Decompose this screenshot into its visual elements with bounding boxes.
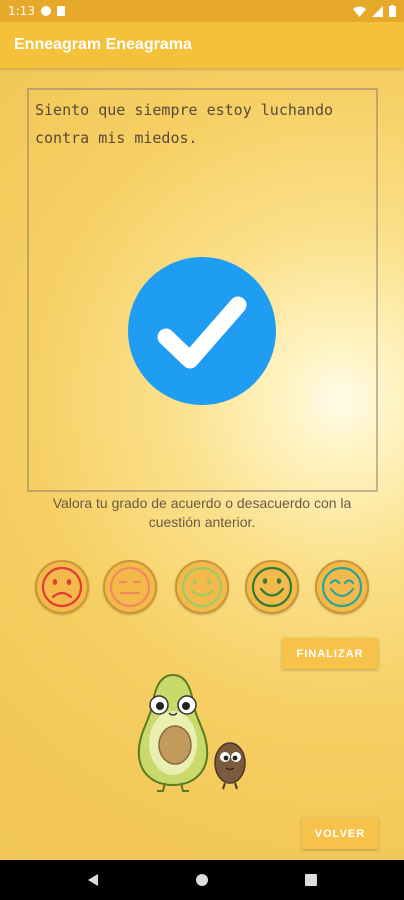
- question-card: Siento que siempre estoy luchando contra…: [27, 88, 378, 492]
- rating-row: [0, 560, 404, 616]
- signal-icon: [372, 5, 383, 17]
- status-bar: 1:13: [0, 0, 404, 22]
- slight-smile-face-icon: [181, 566, 223, 608]
- app-title: Enneagram Eneagrama: [14, 36, 192, 53]
- rating-prompt: Valora tu grado de acuerdo o desacuerdo …: [52, 495, 352, 530]
- notification-icon: [40, 6, 51, 16]
- rating-strongly-agree-button[interactable]: [315, 560, 369, 614]
- finish-button[interactable]: FINALIZAR: [282, 638, 378, 669]
- status-time: 1:13: [8, 4, 35, 18]
- back-button[interactable]: VOLVER: [302, 818, 378, 849]
- home-circle-icon[interactable]: [195, 873, 209, 887]
- status-bar-right: [353, 5, 396, 17]
- sd-card-icon: [56, 6, 65, 16]
- rating-agree-button[interactable]: [245, 560, 299, 614]
- question-text: Siento que siempre estoy luchando contra…: [35, 101, 334, 147]
- system-navigation-bar: [0, 860, 404, 900]
- sad-face-icon: [41, 566, 83, 608]
- checkmark-icon: [157, 296, 247, 369]
- neutral-face-icon: [109, 566, 151, 608]
- status-bar-left: 1:13: [8, 4, 65, 18]
- checkmark-circle-icon: [128, 257, 276, 405]
- rating-neutral-button[interactable]: [175, 560, 229, 614]
- smile-face-icon: [251, 566, 293, 608]
- back-triangle-icon[interactable]: [87, 873, 99, 887]
- happy-face-icon: [321, 566, 363, 608]
- app-bar: Enneagram Eneagrama: [0, 22, 404, 68]
- rating-disagree-button[interactable]: [103, 560, 157, 614]
- rating-strongly-disagree-button[interactable]: [35, 560, 89, 614]
- battery-icon: [389, 5, 396, 17]
- wifi-icon: [353, 6, 366, 17]
- avocado-mascot-illustration: [137, 673, 246, 792]
- recents-square-icon[interactable]: [305, 874, 317, 886]
